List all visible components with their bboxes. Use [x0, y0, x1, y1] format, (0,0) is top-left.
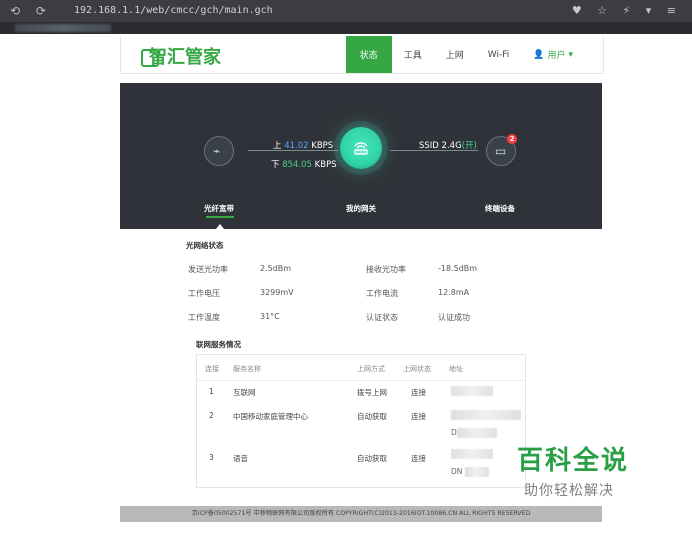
my-gateway-label[interactable]: 我的网关: [346, 203, 376, 214]
tab-status[interactable]: 状态: [345, 36, 392, 73]
services-table-header: 连接 服务名称 上网方式 上网状态 地址: [197, 355, 525, 381]
download-speed: 下 854.05 KBPS: [271, 160, 337, 170]
blurred-bookmarks: [15, 24, 111, 32]
pointer-triangle-icon: [216, 224, 224, 229]
voltage-label: 工作电压: [188, 289, 220, 298]
user-menu[interactable]: 👤 用户 ▾: [521, 36, 585, 73]
tab-wifi[interactable]: Wi-Fi: [476, 36, 521, 73]
watermark-subtitle: 助你轻松解决: [524, 483, 614, 499]
rx-power-label: 接收光功率: [366, 265, 406, 274]
tab-internet[interactable]: 上网: [434, 36, 476, 73]
gateway-router-icon[interactable]: [340, 127, 382, 169]
active-tab-indicator: [206, 216, 234, 218]
ssid-status: SSID 2.4G(开): [419, 141, 477, 151]
terminal-devices-label[interactable]: 终端设备: [485, 203, 515, 214]
masked-address: [451, 386, 493, 396]
services-table: 连接 服务名称 上网方式 上网状态 地址 1 互联网 拨号上网 连接 2 中国移…: [196, 354, 526, 488]
device-count-badge: 2: [507, 134, 517, 144]
tx-power-label: 发送光功率: [188, 265, 228, 274]
temperature-value: 31°C: [260, 312, 280, 321]
address-bar[interactable]: 192.168.1.1/web/cmcc/gch/main.gch: [74, 5, 273, 16]
browser-toolbar: ⟲ ⟳ 192.168.1.1/web/cmcc/gch/main.gch ♥ …: [0, 0, 692, 22]
user-icon: 👤: [533, 49, 545, 60]
logo: 智汇管家: [141, 43, 221, 69]
fiber-broadband-label[interactable]: 光纤宽带: [204, 203, 234, 214]
header-access-method: 上网方式: [357, 365, 385, 373]
tx-power-value: 2.5dBm: [260, 264, 292, 273]
watermark-title: 百科全说: [517, 446, 630, 476]
masked-address: [451, 449, 493, 459]
header-access-status: 上网状态: [403, 365, 431, 373]
logo-text: 智汇管家: [149, 47, 221, 68]
watermark: 百科全说 助你轻松解决: [510, 440, 680, 512]
header-service-name: 服务名称: [233, 365, 261, 373]
temperature-label: 工作温度: [188, 313, 220, 322]
main-menu: 状态 工具 上网 Wi-Fi 👤 用户 ▾: [345, 36, 585, 73]
auth-status-value: 认证成功: [438, 313, 470, 322]
current-value: 12.8mA: [438, 288, 470, 297]
header-connection: 连接: [205, 365, 219, 373]
optical-status-title: 光网络状态: [186, 241, 224, 250]
partial-address-text: D: [451, 428, 457, 437]
browser-navigation-icons[interactable]: ⟲ ⟳: [10, 4, 52, 18]
browser-action-icons[interactable]: ♥ ☆ ⚡ ▾ ≡: [572, 4, 682, 17]
optical-status-grid: 发送光功率 2.5dBm 接收光功率 -18.5dBm 工作电压 3299mV …: [188, 264, 508, 330]
masked-address: [457, 428, 497, 438]
auth-status-label: 认证状态: [366, 313, 398, 322]
voltage-value: 3299mV: [260, 288, 294, 297]
upload-speed: 上 41.02 KBPS: [273, 141, 334, 151]
chevron-down-icon: ▾: [568, 49, 573, 60]
tab-tools[interactable]: 工具: [392, 36, 434, 73]
rx-power-value: -18.5dBm: [438, 264, 478, 273]
masked-address: [465, 467, 489, 477]
network-services-title: 联网服务情况: [196, 340, 241, 349]
masked-address: [451, 410, 521, 420]
header-address: 地址: [449, 365, 463, 373]
router-icon: [354, 142, 368, 155]
logo-icon: [141, 49, 159, 67]
bookmark-bar: [0, 22, 692, 34]
globe-icon[interactable]: ⌁: [204, 136, 234, 166]
partial-address-text: DN: [451, 467, 463, 476]
top-navigation: 智汇管家 状态 工具 上网 Wi-Fi 👤 用户 ▾: [120, 36, 604, 74]
current-label: 工作电流: [366, 289, 398, 298]
network-status-panel: ⌁ 上 41.02 KBPS 下 854.05 KBPS SSID 2.4G(开…: [120, 83, 602, 229]
